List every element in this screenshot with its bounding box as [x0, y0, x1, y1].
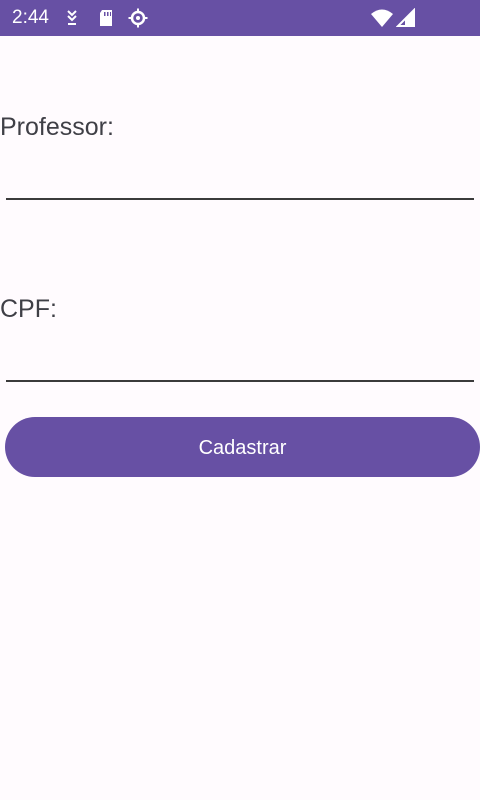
status-bar: 2:44: [0, 0, 480, 36]
cadastrar-button[interactable]: Cadastrar: [5, 417, 480, 477]
cellular-signal-icon: [396, 8, 416, 28]
settings-gear-icon: [128, 8, 148, 28]
status-time: 2:44: [12, 7, 49, 28]
cpf-label: CPF:: [0, 295, 57, 323]
professor-input[interactable]: [6, 160, 474, 200]
sd-card-icon: [96, 8, 116, 28]
professor-label: Professor:: [0, 113, 114, 141]
download-icon: [62, 8, 82, 28]
wifi-icon: [370, 8, 394, 28]
cpf-input[interactable]: [6, 342, 474, 382]
